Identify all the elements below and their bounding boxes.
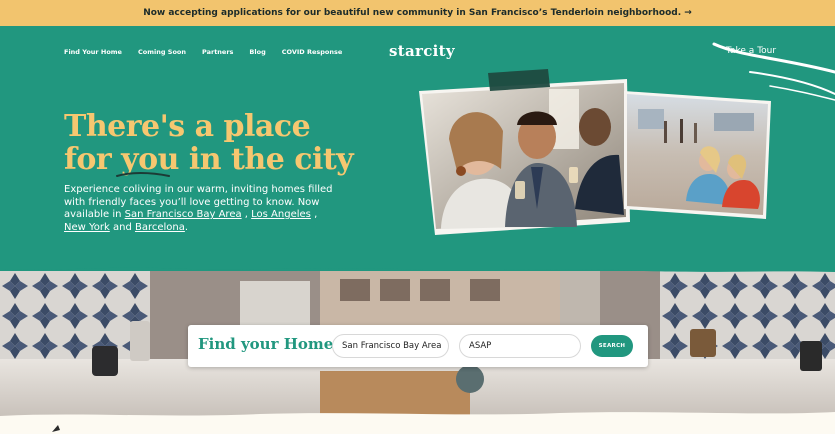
subtext-end: . [184, 221, 189, 233]
search-card: Find your Home San Francisco Bay Area AS… [188, 325, 648, 367]
nav-find-your-home[interactable]: Find Your Home [64, 48, 122, 56]
nav-coming-soon[interactable]: Coming Soon [138, 48, 186, 56]
announcement-banner[interactable]: Now accepting applications for our beaut… [0, 0, 835, 26]
hero-photo-rooftop [624, 91, 771, 219]
main-nav: Find Your Home Coming Soon Partners Blog… [64, 48, 342, 56]
nav-blog[interactable]: Blog [249, 48, 265, 56]
you-underline-swoosh [116, 172, 170, 177]
headline-line-1: There's a place [64, 109, 311, 144]
city-link-sf[interactable]: San Francisco Bay Area [125, 209, 242, 220]
city-link-barcelona[interactable]: Barcelona [135, 222, 185, 233]
hero-section: Find Your Home Coming Soon Partners Blog… [0, 26, 835, 276]
starcity-logo[interactable]: starcity [389, 42, 455, 60]
city-sep: , [310, 209, 318, 220]
city-sep: and [109, 221, 135, 233]
hero-headline: There's a place for you in the city [64, 109, 354, 177]
take-a-tour-link[interactable]: Take a Tour [726, 46, 776, 56]
announcement-text[interactable]: Now accepting applications for our beaut… [143, 8, 692, 18]
search-button[interactable]: SEARCH [591, 335, 633, 357]
city-sep: , [241, 209, 252, 220]
city-select[interactable]: San Francisco Bay Area [332, 334, 449, 358]
move-in-date-field[interactable]: ASAP [459, 334, 581, 358]
headline-for: for [64, 142, 122, 177]
hero-subtext: Experience coliving in our warm, invitin… [64, 184, 334, 234]
hero-torn-edge [0, 254, 835, 272]
city-link-ny[interactable]: New York [64, 222, 110, 233]
headline-line-2: for you in the city [64, 142, 354, 177]
headline-rest: in the city [178, 142, 354, 177]
bottom-torn-edge [0, 412, 835, 434]
hero-photo-party [419, 79, 630, 235]
nav-covid-response[interactable]: COVID Response [282, 48, 343, 56]
photo-tape [488, 69, 550, 91]
search-title: Find your Home [198, 335, 334, 353]
city-link-la[interactable]: Los Angeles [251, 209, 311, 220]
nav-partners[interactable]: Partners [202, 48, 233, 56]
